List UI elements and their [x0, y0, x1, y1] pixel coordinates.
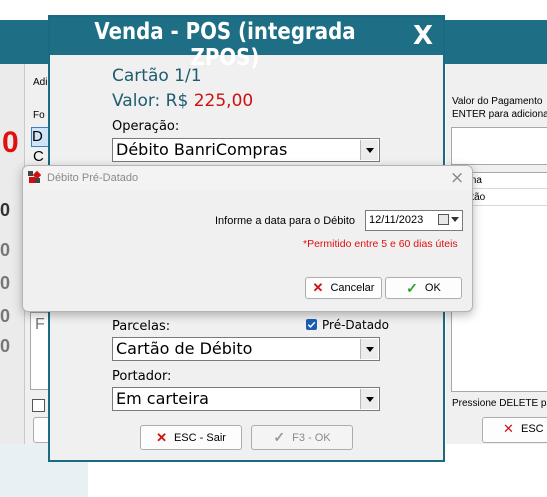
bg-label-fo: Fo	[33, 110, 45, 121]
ok-button[interactable]: ✓ OK	[385, 277, 462, 299]
holder-value: Em carteira	[116, 389, 209, 408]
close-icon: ✕	[312, 280, 324, 295]
esc-exit-button[interactable]: ✕ ESC - Sair	[140, 425, 242, 450]
amount-value: 225,00	[193, 91, 254, 111]
chevron-down-icon[interactable]	[360, 389, 378, 409]
chevron-down-icon[interactable]	[360, 339, 378, 359]
delete-hint-label: Pressione DELETE pa	[452, 398, 547, 409]
cancel-button[interactable]: ✕ Cancelar	[305, 277, 382, 299]
payment-value-input[interactable]	[451, 127, 547, 165]
summary-value: 0	[0, 306, 11, 326]
bg-list-item-selected[interactable]: D	[31, 127, 49, 147]
date-range-note: *Permitido entre 5 e 60 dias úteis	[303, 238, 458, 250]
calendar-icon[interactable]	[438, 214, 459, 225]
operation-value: Débito BanriCompras	[116, 140, 288, 159]
checkmark-icon	[307, 321, 316, 328]
date-prompt-label: Informe a data para o Débito	[215, 215, 356, 227]
bg-checkbox[interactable]	[32, 399, 45, 412]
cancel-label: Cancelar	[330, 282, 375, 294]
payment-value-label: Valor do Pagamento	[452, 96, 543, 107]
payment-amount: Valor: R$ 225,00	[112, 91, 253, 111]
close-icon: ✕	[156, 429, 167, 445]
pre-dated-checkbox[interactable]	[306, 319, 317, 330]
operation-label: Operação:	[112, 119, 180, 134]
f3-ok-label: F3 - OK	[292, 431, 331, 444]
bg-label-adi: Adi	[33, 77, 48, 88]
summary-value: 0	[0, 240, 11, 260]
installments-label: Parcelas:	[112, 319, 171, 334]
sub-dialog-title: Débito Pré-Datado	[47, 172, 139, 184]
ok-label: OK	[424, 282, 441, 294]
close-dialog-button[interactable]: X	[403, 17, 443, 55]
chevron-down-icon[interactable]	[360, 140, 378, 160]
check-icon: ✓	[273, 429, 286, 445]
debit-date-input[interactable]: 12/11/2023	[365, 210, 463, 231]
summary-value: 0	[0, 273, 11, 293]
holder-label: Portador:	[112, 369, 172, 384]
card-counter: Cartão 1/1	[112, 66, 202, 86]
installments-value: Cartão de Débito	[116, 339, 253, 358]
pre-dated-label: Pré-Datado	[322, 318, 390, 332]
total-value-red: 0	[2, 126, 19, 159]
close-icon: ✕	[503, 422, 514, 437]
right-esc-button[interactable]: ✕ ESC -	[482, 417, 547, 443]
debit-date-value: 12/11/2023	[369, 214, 424, 226]
payment-hint-label: ENTER para adiciona	[452, 109, 547, 120]
installments-select[interactable]: Cartão de Débito	[112, 337, 380, 361]
bg-list-item[interactable]: C	[33, 148, 44, 165]
operation-select[interactable]: Débito BanriCompras	[112, 138, 380, 162]
sub-dialog-close-button[interactable]: ×	[450, 168, 464, 188]
f3-ok-button[interactable]: ✓ F3 - OK	[251, 425, 353, 450]
esc-exit-label: ESC - Sair	[173, 431, 226, 444]
summary-value: 0	[0, 200, 11, 220]
summary-value: 0	[0, 336, 11, 356]
pos-dialog-title: Venda - POS (integrada ZPOS)	[94, 19, 356, 71]
right-esc-label: ESC -	[521, 423, 547, 435]
bg-memo-text: F	[35, 316, 45, 333]
amount-label: Valor: R$	[112, 91, 189, 111]
holder-select[interactable]: Em carteira	[112, 387, 380, 411]
app-icon	[28, 170, 41, 183]
check-icon: ✓	[406, 279, 418, 296]
